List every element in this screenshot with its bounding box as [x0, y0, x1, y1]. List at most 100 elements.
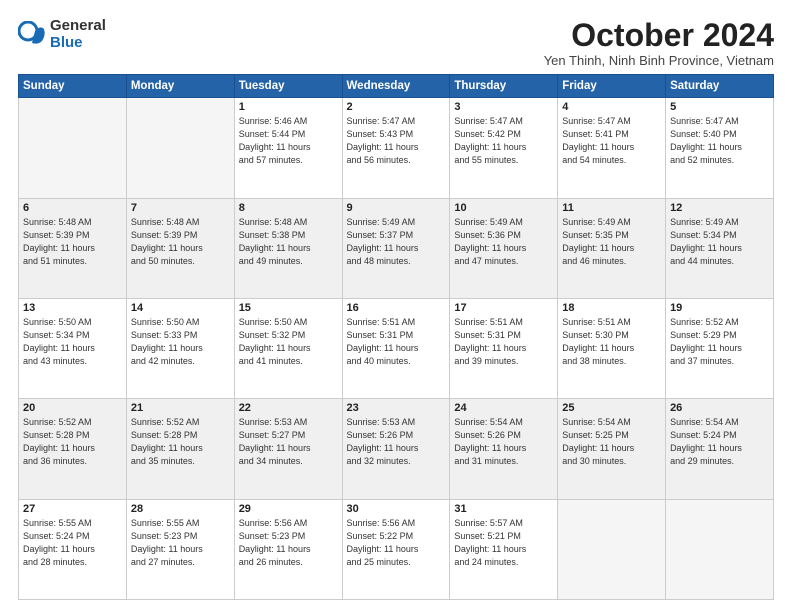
table-row — [666, 499, 774, 599]
day-info: Sunrise: 5:54 AM Sunset: 5:25 PM Dayligh… — [562, 416, 661, 468]
table-row: 4 Sunrise: 5:47 AM Sunset: 5:41 PM Daylig… — [558, 98, 666, 198]
day-info: Sunrise: 5:52 AM Sunset: 5:29 PM Dayligh… — [670, 316, 769, 368]
table-row: 8Sunrise: 5:48 AM Sunset: 5:38 PM Daylig… — [234, 198, 342, 298]
day-info: Sunrise: 5:52 AM Sunset: 5:28 PM Dayligh… — [23, 416, 122, 468]
header-saturday: Saturday — [666, 75, 774, 98]
table-row: 29 Sunrise: 5:56 AM Sunset: 5:23 PM Dayli… — [234, 499, 342, 599]
day-info: Sunrise: 5:47 AM Sunset: 5:43 PM Dayligh… — [347, 115, 446, 167]
calendar-week-row: 27 Sunrise: 5:55 AM Sunset: 5:24 PM Dayli… — [19, 499, 774, 599]
day-info: Sunrise: 5:56 AM Sunset: 5:23 PM Dayligh… — [239, 517, 338, 569]
day-info: Sunrise: 5:54 AM Sunset: 5:24 PM Dayligh… — [670, 416, 769, 468]
table-row: 27 Sunrise: 5:55 AM Sunset: 5:24 PM Dayli… — [19, 499, 127, 599]
day-info: Sunrise: 5:56 AM Sunset: 5:22 PM Dayligh… — [347, 517, 446, 569]
table-row: 22 Sunrise: 5:53 AM Sunset: 5:27 PM Dayli… — [234, 399, 342, 499]
header-tuesday: Tuesday — [234, 75, 342, 98]
day-info: Sunrise: 5:50 AM Sunset: 5:33 PM Dayligh… — [131, 316, 230, 368]
table-row: 14Sunrise: 5:50 AM Sunset: 5:33 PM Dayli… — [126, 298, 234, 398]
day-info: Sunrise: 5:47 AM Sunset: 5:42 PM Dayligh… — [454, 115, 553, 167]
calendar-week-row: 20 Sunrise: 5:52 AM Sunset: 5:28 PM Dayli… — [19, 399, 774, 499]
day-info: Sunrise: 5:50 AM Sunset: 5:34 PM Dayligh… — [23, 316, 122, 368]
day-info: Sunrise: 5:50 AM Sunset: 5:32 PM Dayligh… — [239, 316, 338, 368]
day-number: 10 — [454, 202, 553, 214]
table-row: 28 Sunrise: 5:55 AM Sunset: 5:23 PM Dayli… — [126, 499, 234, 599]
table-row: 24 Sunrise: 5:54 AM Sunset: 5:26 PM Dayli… — [450, 399, 558, 499]
table-row: 15 Sunrise: 5:50 AM Sunset: 5:32 PM Dayli… — [234, 298, 342, 398]
table-row: 10 Sunrise: 5:49 AM Sunset: 5:36 PM Dayli… — [450, 198, 558, 298]
day-info: Sunrise: 5:53 AM Sunset: 5:26 PM Dayligh… — [347, 416, 446, 468]
logo-icon — [18, 21, 46, 49]
table-row: 31Sunrise: 5:57 AM Sunset: 5:21 PM Dayli… — [450, 499, 558, 599]
day-info: Sunrise: 5:53 AM Sunset: 5:27 PM Dayligh… — [239, 416, 338, 468]
day-info: Sunrise: 5:47 AM Sunset: 5:40 PM Dayligh… — [670, 115, 769, 167]
table-row: 19Sunrise: 5:52 AM Sunset: 5:29 PM Dayli… — [666, 298, 774, 398]
day-info: Sunrise: 5:51 AM Sunset: 5:31 PM Dayligh… — [454, 316, 553, 368]
month-title: October 2024 — [544, 18, 774, 53]
day-number: 1 — [239, 101, 338, 113]
day-number: 8 — [239, 202, 338, 214]
table-row: 30 Sunrise: 5:56 AM Sunset: 5:22 PM Dayli… — [342, 499, 450, 599]
day-number: 5 — [670, 101, 769, 113]
day-number: 28 — [131, 503, 230, 515]
day-info: Sunrise: 5:49 AM Sunset: 5:36 PM Dayligh… — [454, 216, 553, 268]
day-info: Sunrise: 5:51 AM Sunset: 5:31 PM Dayligh… — [347, 316, 446, 368]
table-row: 11Sunrise: 5:49 AM Sunset: 5:35 PM Dayli… — [558, 198, 666, 298]
table-row — [126, 98, 234, 198]
day-info: Sunrise: 5:54 AM Sunset: 5:26 PM Dayligh… — [454, 416, 553, 468]
day-info: Sunrise: 5:48 AM Sunset: 5:39 PM Dayligh… — [131, 216, 230, 268]
day-number: 31 — [454, 503, 553, 515]
day-info: Sunrise: 5:47 AM Sunset: 5:41 PM Dayligh… — [562, 115, 661, 167]
location-subtitle: Yen Thinh, Ninh Binh Province, Vietnam — [544, 53, 774, 68]
calendar-table: Sunday Monday Tuesday Wednesday Thursday… — [18, 74, 774, 600]
day-number: 29 — [239, 503, 338, 515]
day-number: 24 — [454, 402, 553, 414]
day-number: 13 — [23, 302, 122, 314]
logo-text: General Blue — [50, 18, 106, 51]
day-number: 26 — [670, 402, 769, 414]
day-number: 15 — [239, 302, 338, 314]
header-thursday: Thursday — [450, 75, 558, 98]
day-number: 20 — [23, 402, 122, 414]
title-block: October 2024 Yen Thinh, Ninh Binh Provin… — [544, 18, 774, 68]
table-row: 16Sunrise: 5:51 AM Sunset: 5:31 PM Dayli… — [342, 298, 450, 398]
day-number: 17 — [454, 302, 553, 314]
page: General Blue October 2024 Yen Thinh, Nin… — [0, 0, 792, 612]
day-number: 2 — [347, 101, 446, 113]
table-row: 12Sunrise: 5:49 AM Sunset: 5:34 PM Dayli… — [666, 198, 774, 298]
day-number: 6 — [23, 202, 122, 214]
day-number: 4 — [562, 101, 661, 113]
day-info: Sunrise: 5:49 AM Sunset: 5:34 PM Dayligh… — [670, 216, 769, 268]
table-row: 13 Sunrise: 5:50 AM Sunset: 5:34 PM Dayli… — [19, 298, 127, 398]
day-info: Sunrise: 5:52 AM Sunset: 5:28 PM Dayligh… — [131, 416, 230, 468]
day-number: 21 — [131, 402, 230, 414]
calendar-week-row: 6 Sunrise: 5:48 AM Sunset: 5:39 PM Daylig… — [19, 198, 774, 298]
day-number: 9 — [347, 202, 446, 214]
table-row: 1 Sunrise: 5:46 AM Sunset: 5:44 PM Daylig… — [234, 98, 342, 198]
table-row: 21 Sunrise: 5:52 AM Sunset: 5:28 PM Dayli… — [126, 399, 234, 499]
header-friday: Friday — [558, 75, 666, 98]
day-number: 23 — [347, 402, 446, 414]
day-info: Sunrise: 5:46 AM Sunset: 5:44 PM Dayligh… — [239, 115, 338, 167]
day-info: Sunrise: 5:49 AM Sunset: 5:35 PM Dayligh… — [562, 216, 661, 268]
day-info: Sunrise: 5:49 AM Sunset: 5:37 PM Dayligh… — [347, 216, 446, 268]
table-row: 6 Sunrise: 5:48 AM Sunset: 5:39 PM Daylig… — [19, 198, 127, 298]
header-sunday: Sunday — [19, 75, 127, 98]
table-row: 17 Sunrise: 5:51 AM Sunset: 5:31 PM Dayli… — [450, 298, 558, 398]
table-row — [19, 98, 127, 198]
day-number: 22 — [239, 402, 338, 414]
table-row: 2 Sunrise: 5:47 AM Sunset: 5:43 PM Daylig… — [342, 98, 450, 198]
table-row: 18Sunrise: 5:51 AM Sunset: 5:30 PM Dayli… — [558, 298, 666, 398]
day-info: Sunrise: 5:55 AM Sunset: 5:23 PM Dayligh… — [131, 517, 230, 569]
table-row: 25 Sunrise: 5:54 AM Sunset: 5:25 PM Dayli… — [558, 399, 666, 499]
day-number: 7 — [131, 202, 230, 214]
table-row — [558, 499, 666, 599]
day-number: 27 — [23, 503, 122, 515]
table-row: 23 Sunrise: 5:53 AM Sunset: 5:26 PM Dayli… — [342, 399, 450, 499]
table-row: 3Sunrise: 5:47 AM Sunset: 5:42 PM Daylig… — [450, 98, 558, 198]
day-info: Sunrise: 5:55 AM Sunset: 5:24 PM Dayligh… — [23, 517, 122, 569]
table-row: 26 Sunrise: 5:54 AM Sunset: 5:24 PM Dayli… — [666, 399, 774, 499]
day-number: 30 — [347, 503, 446, 515]
day-number: 25 — [562, 402, 661, 414]
calendar-week-row: 13 Sunrise: 5:50 AM Sunset: 5:34 PM Dayli… — [19, 298, 774, 398]
day-info: Sunrise: 5:51 AM Sunset: 5:30 PM Dayligh… — [562, 316, 661, 368]
day-info: Sunrise: 5:48 AM Sunset: 5:39 PM Dayligh… — [23, 216, 122, 268]
